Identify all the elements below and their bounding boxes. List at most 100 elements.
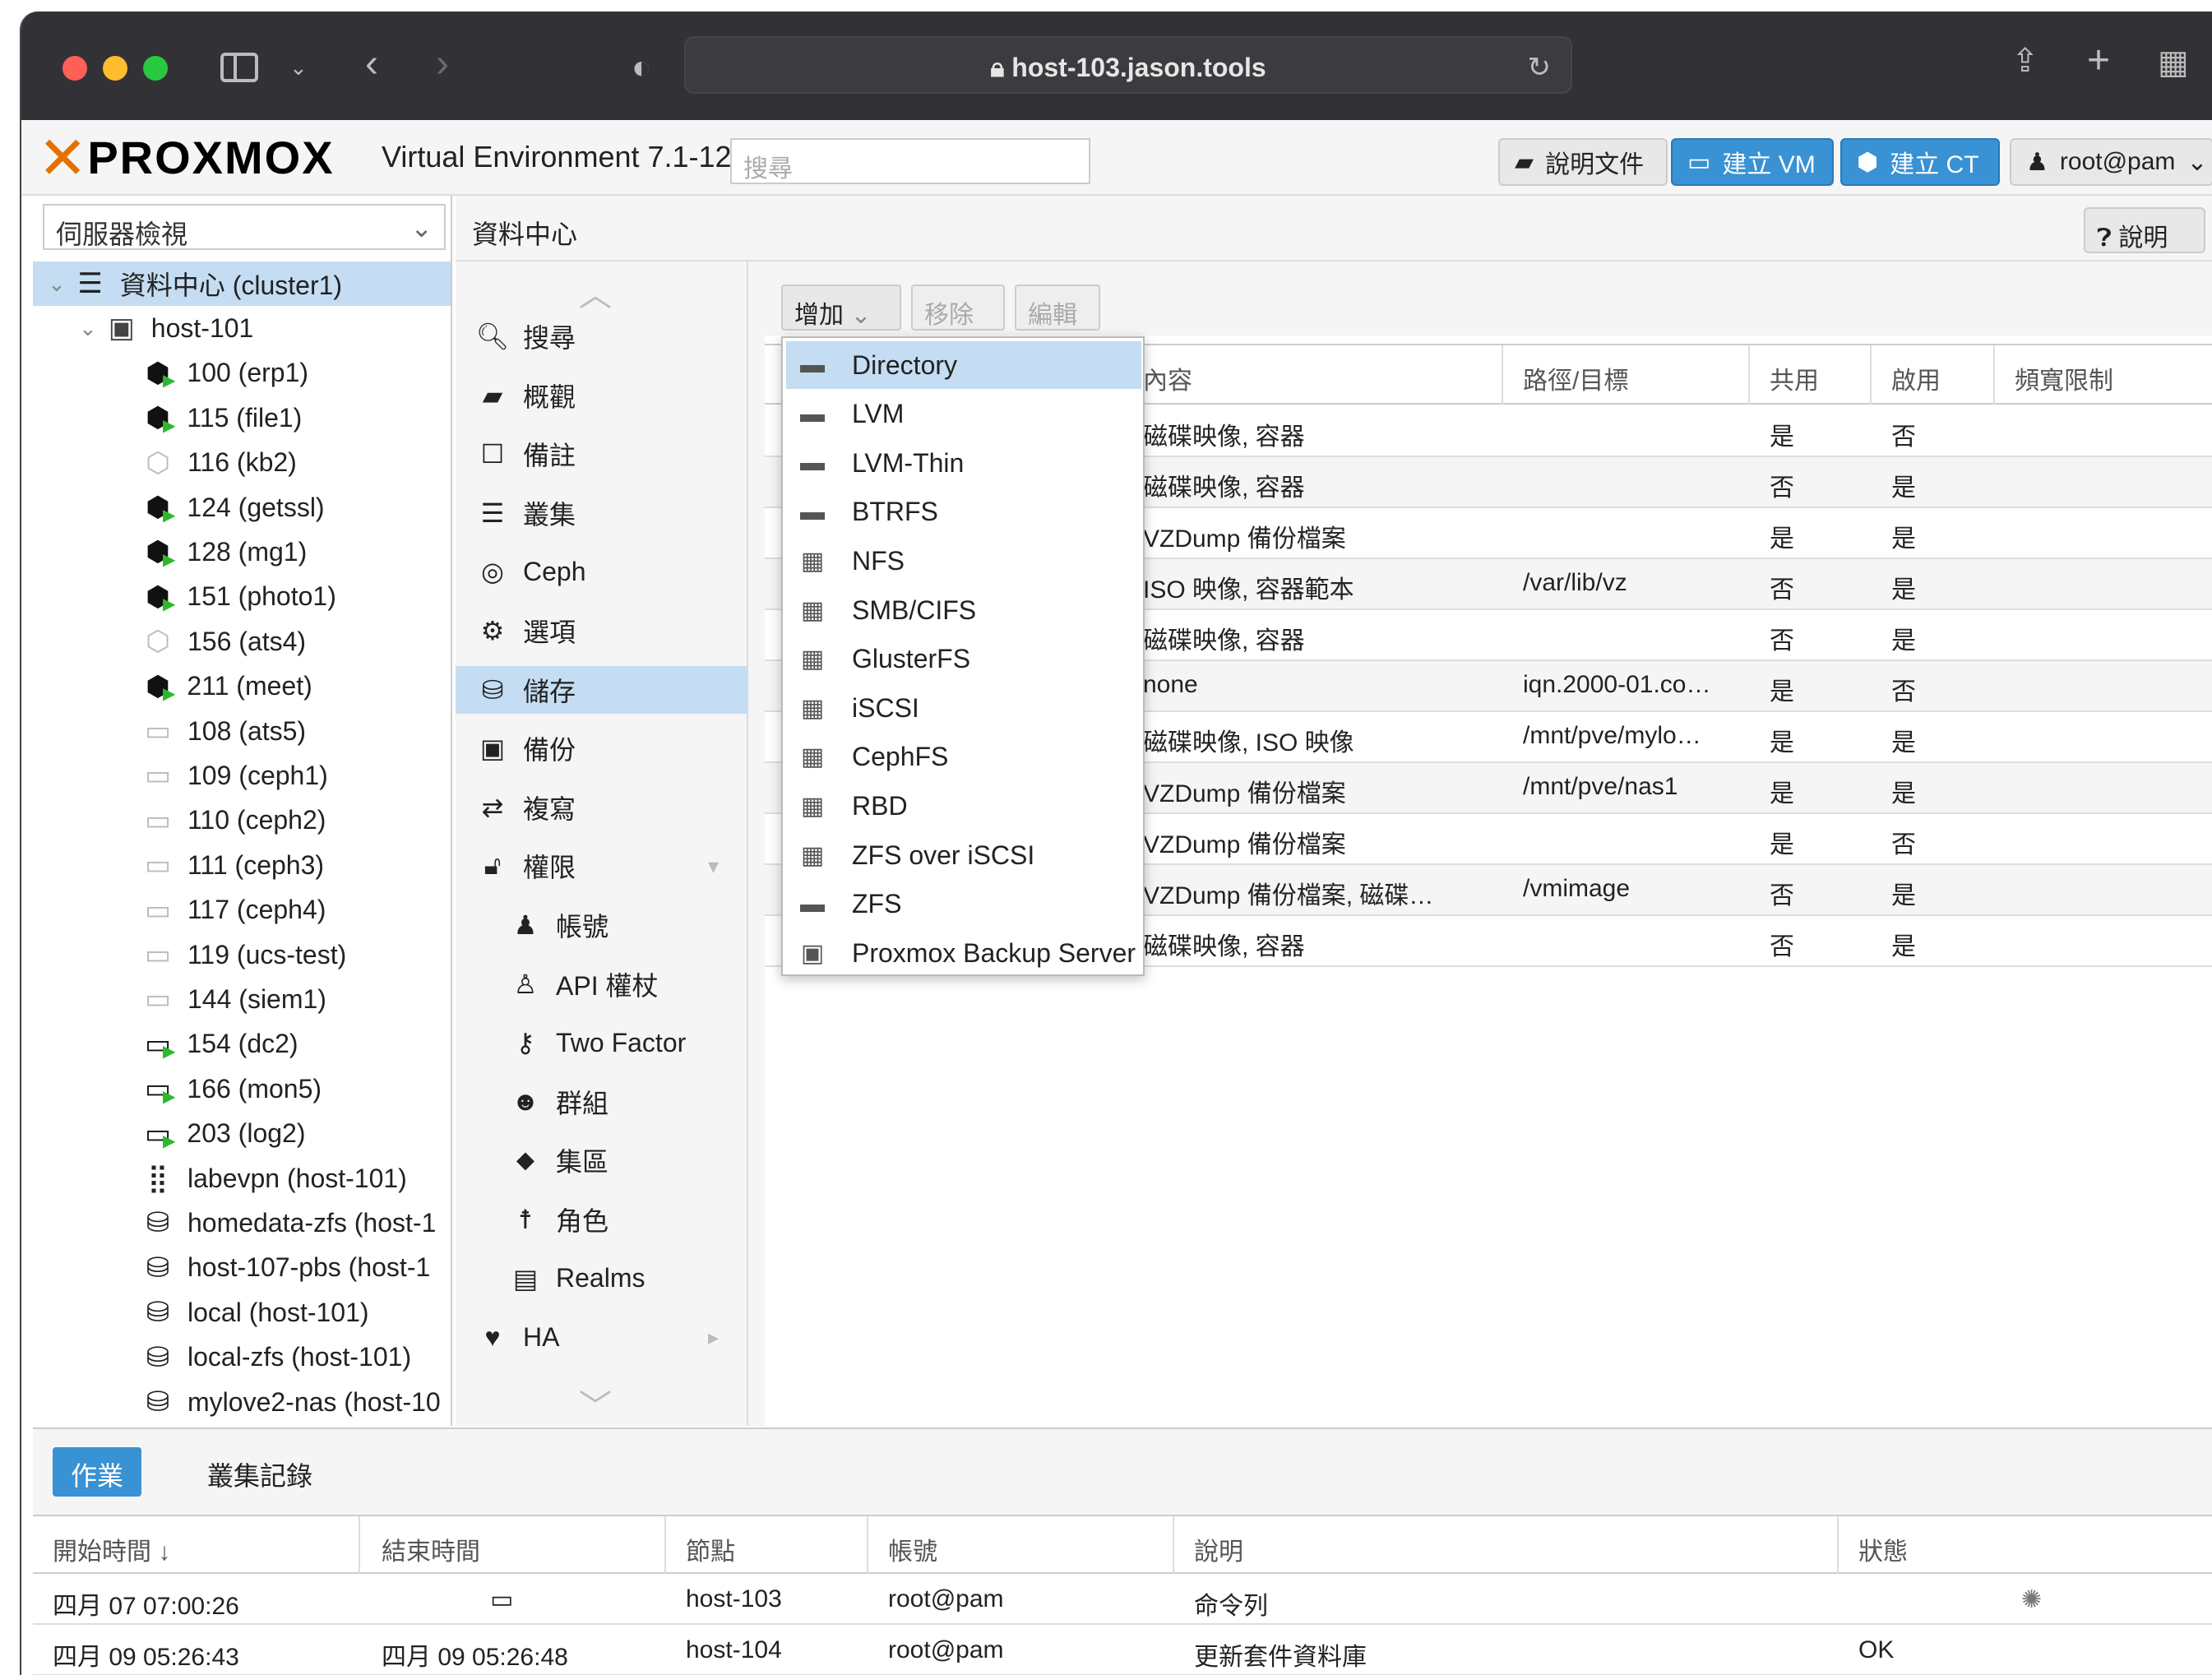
tree-item[interactable]: ⬢ ▶ 124 (getssl) <box>33 485 451 530</box>
global-search-input[interactable]: 搜尋 <box>730 138 1090 184</box>
tree-item[interactable]: ⬢ ▶ 100 (erp1) <box>33 351 451 396</box>
documentation-button[interactable]: ▰ 說明文件 <box>1498 138 1668 186</box>
menu-item[interactable]: ▤ Realms <box>456 1255 748 1303</box>
tree-item[interactable]: ▭ 144 (siem1) <box>33 977 451 1021</box>
edit-storage-button[interactable]: 編輯 <box>1015 285 1100 331</box>
help-button[interactable]: ❓︎ 說明 <box>2084 207 2205 253</box>
menu-item[interactable]: 🔓︎ 權限 ▾ <box>456 842 748 890</box>
menu-item[interactable]: ☨ 角色 <box>456 1196 748 1243</box>
add-menu-item[interactable]: ▦ CephFS <box>786 733 1141 781</box>
tree-item[interactable]: ⛁ mylove2-nas (host-10 <box>33 1380 451 1424</box>
menu-item[interactable]: 🔍︎ 搜尋 <box>456 312 748 360</box>
remove-storage-button[interactable]: 移除 <box>911 285 1005 331</box>
column-header-description[interactable]: 說明 <box>1194 1531 1243 1567</box>
task-row[interactable]: 四月 09 05:26:43 四月 09 05:26:48 host-104 root… <box>33 1625 2212 1675</box>
address-bar[interactable]: 🔒︎ host-103.jason.tools ↻ <box>684 36 1572 94</box>
add-storage-button[interactable]: 增加 ⌄ <box>781 285 901 331</box>
add-menu-item[interactable]: ▦ NFS <box>786 537 1141 585</box>
column-header-start-time[interactable]: 開始時間 ↓ <box>53 1531 170 1567</box>
tree-item[interactable]: ▭ 111 (ceph3) <box>33 843 451 887</box>
reload-icon[interactable]: ↻ <box>1528 51 1552 84</box>
menu-item[interactable]: ⛁ 儲存 <box>456 665 748 714</box>
tree-item[interactable]: ▭ 109 (ceph1) <box>33 753 451 798</box>
menu-item[interactable]: ☻ 群組 <box>456 1078 748 1126</box>
menu-item[interactable]: ♟ 帳號 <box>456 901 748 949</box>
column-header-status[interactable]: 狀態 <box>1858 1531 1908 1567</box>
share-icon[interactable]: ⇪ <box>2011 44 2039 77</box>
chevron-down-icon[interactable]: ⌄ <box>289 51 308 84</box>
menu-item[interactable]: ⇄ 複寫 <box>456 784 748 831</box>
view-selector[interactable]: 伺服器檢視 ⌄ <box>43 204 446 250</box>
scroll-up-icon[interactable]: ︿ <box>579 268 612 316</box>
new-tab-icon[interactable]: + <box>2087 41 2110 81</box>
menu-item[interactable]: ▣ 備份 <box>456 724 748 772</box>
add-menu-item[interactable]: ▦ iSCSI <box>786 684 1141 732</box>
add-menu-item[interactable]: ▬ LVM <box>786 391 1141 438</box>
tree-item[interactable]: ▭ 110 (ceph2) <box>33 798 451 843</box>
menu-item[interactable]: ⚙ 選項 <box>456 607 748 655</box>
add-menu-item[interactable]: ▬ BTRFS <box>786 488 1141 536</box>
column-header-end-time[interactable]: 結束時間 <box>382 1531 480 1567</box>
column-header-shared[interactable]: 共用 <box>1770 360 1819 396</box>
tab-tasks[interactable]: 作業 <box>53 1447 142 1497</box>
tree-item[interactable]: ▭ 117 (ceph4) <box>33 888 451 932</box>
tab-cluster-log[interactable]: 叢集記錄 <box>189 1447 331 1497</box>
tab-overview-icon[interactable]: ▦ <box>2158 46 2189 79</box>
user-menu-button[interactable]: ♟ root@pam ⌄ <box>2010 138 2212 186</box>
column-header-content[interactable]: 內容 <box>1143 360 1192 396</box>
tree-item[interactable]: ▭ ▶ 154 (dc2) <box>33 1022 451 1067</box>
tree-item[interactable]: ⛁ host-107-pbs (host-1 <box>33 1246 451 1290</box>
back-icon[interactable]: ‹ <box>365 44 378 84</box>
add-menu-item[interactable]: ▬ LVM-Thin <box>786 439 1141 487</box>
create-vm-button[interactable]: ▭ 建立 VM <box>1671 138 1834 186</box>
sidebar-toggle-icon[interactable] <box>220 53 258 82</box>
tree-item[interactable]: ⬡ 116 (kb2) <box>33 441 451 485</box>
expand-right-icon[interactable]: ▸ <box>708 1325 719 1350</box>
add-menu-item[interactable]: ▦ GlusterFS <box>786 636 1141 683</box>
tree-item[interactable]: ▭ ▶ 166 (mon5) <box>33 1067 451 1111</box>
expand-toggle-icon[interactable]: ⌄ <box>79 316 97 341</box>
add-menu-item[interactable]: ▬ ZFS <box>786 881 1141 928</box>
menu-item[interactable]: ♥ HA ▸ <box>456 1313 748 1361</box>
create-ct-button[interactable]: ⬢ 建立 CT <box>1840 138 2000 186</box>
tree-item[interactable]: ⣿ labevpn (host-101) <box>33 1156 451 1201</box>
tree-item[interactable]: ⛁ local-zfs (host-101) <box>33 1335 451 1380</box>
expand-toggle-icon[interactable]: ⌄ <box>48 271 66 297</box>
add-menu-item[interactable]: ▦ RBD <box>786 782 1141 830</box>
scroll-down-icon[interactable]: ﹀ <box>579 1380 612 1427</box>
tree-item-node[interactable]: ⌄ ▣ host-101 <box>33 306 451 350</box>
add-menu-item[interactable]: ▬ Directory <box>786 341 1141 389</box>
column-header-bandwidth[interactable]: 頻寬限制 <box>2015 360 2113 396</box>
tree-item[interactable]: ⬢ ▶ 115 (file1) <box>33 396 451 440</box>
tree-item[interactable]: ⬡ 156 (ats4) <box>33 619 451 664</box>
close-window-button[interactable] <box>62 56 87 81</box>
add-menu-item[interactable]: ▦ ZFS over iSCSI <box>786 831 1141 879</box>
tree-item[interactable]: ▭ 119 (ucs-test) <box>33 932 451 977</box>
tree-item[interactable]: ⬢ ▶ 128 (mg1) <box>33 530 451 574</box>
menu-item[interactable]: ⬥ 集區 <box>456 1136 748 1184</box>
zoom-window-button[interactable] <box>143 56 168 81</box>
tree-item-datacenter[interactable]: ⌄ ☰ 資料中心 (cluster1) <box>33 261 451 306</box>
tree-item[interactable]: ⬢ ▶ 151 (photo1) <box>33 575 451 619</box>
tree-item[interactable]: ▭ 108 (ats5) <box>33 709 451 753</box>
menu-item[interactable]: ☐ 備註 <box>456 430 748 478</box>
column-header-path[interactable]: 路徑/目標 <box>1523 360 1628 396</box>
menu-item[interactable]: ▰ 概觀 <box>456 372 748 419</box>
menu-item[interactable]: ◎ Ceph <box>456 548 748 595</box>
add-menu-item[interactable]: ▦ SMB/CIFS <box>786 586 1141 634</box>
tree-item[interactable]: ⬢ ▶ 211 (meet) <box>33 664 451 709</box>
expand-down-icon[interactable]: ▾ <box>708 854 719 879</box>
add-menu-item[interactable]: ▣ Proxmox Backup Server <box>786 929 1141 977</box>
shield-icon[interactable]: ◐ <box>632 51 651 84</box>
column-header-user[interactable]: 帳號 <box>888 1531 937 1567</box>
menu-item[interactable]: ☰ 叢集 <box>456 489 748 537</box>
console-icon[interactable]: ▭ <box>490 1585 513 1614</box>
menu-item[interactable]: ⚷ Two Factor <box>456 1019 748 1067</box>
tree-item[interactable]: ⛁ local (host-101) <box>33 1290 451 1335</box>
tree-item[interactable]: ⛁ homedata-zfs (host-1 <box>33 1201 451 1245</box>
column-header-enabled[interactable]: 啟用 <box>1891 360 1941 396</box>
minimize-window-button[interactable] <box>103 56 127 81</box>
tree-item[interactable]: ▭ ▶ 203 (log2) <box>33 1112 451 1156</box>
task-row[interactable]: 四月 07 07:00:26 host-103 root@pam 命令列 ▭ ✺ <box>33 1574 2212 1625</box>
menu-item[interactable]: ♙ API 權杖 <box>456 960 748 1008</box>
